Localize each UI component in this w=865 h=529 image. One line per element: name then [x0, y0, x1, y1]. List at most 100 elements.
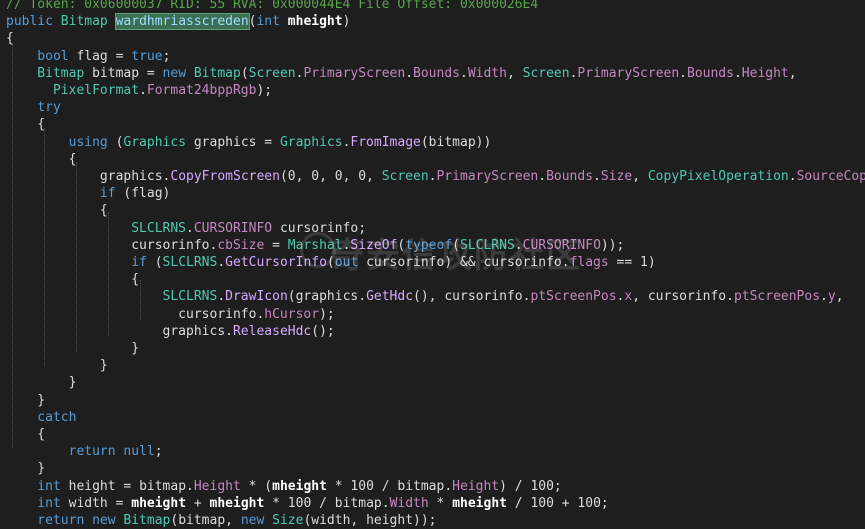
code-token: (0, 0, 0, 0, [279, 169, 382, 184]
code-token: CopyFromScreen [170, 169, 280, 184]
code-token: ; [162, 48, 171, 64]
code-token: int [6, 478, 69, 494]
code-token: . [217, 289, 226, 305]
code-token: (); [311, 323, 335, 339]
code-token: Bounds [413, 65, 460, 81]
code-token: } [6, 358, 108, 374]
code-token: } [6, 392, 46, 408]
code-token: cursorinfo) && cursorinfo. [366, 255, 570, 270]
code-line[interactable]: { [6, 30, 14, 47]
code-line[interactable]: graphics.CopyFromScreen(0, 0, 0, 0, Scre… [6, 168, 865, 185]
code-token: . [820, 289, 828, 305]
code-token: (bitmap)) [420, 134, 492, 150]
code-token: { [6, 427, 46, 442]
code-line[interactable]: int width = mheight + mheight * 100 / bi… [6, 495, 609, 512]
code-token: . [788, 169, 797, 184]
code-token: SLCLRNS [6, 289, 218, 305]
code-line[interactable]: PixelFormat.Format24bppRgb); [6, 82, 272, 99]
code-editor[interactable]: // Token: 0x06000037 RID: 55 RVA: 0x0000… [0, 0, 865, 528]
code-token: Format24bppRgb [146, 83, 257, 98]
code-token: ptScreenPos [530, 289, 617, 305]
code-token: Bounds [687, 65, 734, 81]
code-line[interactable]: // Token: 0x06000037 RID: 55 RVA: 0x0000… [6, 0, 538, 13]
code-line[interactable]: return new Bitmap(bitmap, new Size(width… [6, 512, 436, 529]
code-line[interactable]: try [6, 99, 61, 116]
code-token: try [6, 100, 61, 116]
code-token: if [6, 186, 124, 202]
code-token: mheight [287, 14, 343, 30]
code-token: ) / 100; [499, 478, 562, 494]
code-line[interactable]: graphics.ReleaseHdc(); [6, 323, 335, 340]
code-token: int [6, 495, 69, 511]
code-token: Bitmap [123, 513, 171, 528]
code-token: . [217, 255, 226, 270]
code-line[interactable]: { [6, 426, 45, 443]
code-token: { [6, 272, 140, 288]
code-token: SLCLRNS [460, 237, 515, 253]
code-line[interactable]: } [6, 392, 45, 409]
code-token: . [679, 65, 687, 81]
code-line[interactable]: Bitmap bitmap = new Bitmap(Screen.Primar… [6, 65, 796, 82]
code-line[interactable]: return null; [6, 443, 163, 460]
code-token: { [6, 31, 14, 47]
code-line[interactable]: } [6, 460, 45, 477]
code-token: (flag) [123, 186, 171, 202]
code-token: . [186, 220, 194, 236]
code-token: Height [193, 478, 241, 494]
code-token: = [264, 237, 288, 253]
code-token: Bounds [546, 169, 594, 184]
code-token: // Token: 0x06000037 RID: 55 RVA: 0x0000… [6, 0, 539, 12]
code-token: ( [240, 65, 249, 81]
code-line[interactable]: cursorinfo.hCursor); [6, 306, 335, 323]
code-token: . [428, 169, 437, 184]
code-line[interactable]: using (Graphics graphics = Graphics.From… [6, 134, 492, 151]
code-token: Width [389, 495, 429, 511]
code-line[interactable]: int height = bitmap.Height * (mheight * … [6, 478, 562, 495]
code-token: cbSize [217, 237, 265, 253]
code-token: PrimaryScreen [436, 169, 539, 184]
code-token: , [632, 169, 648, 184]
code-line[interactable]: } [6, 340, 139, 357]
code-token: public [6, 14, 61, 30]
code-line[interactable]: { [6, 151, 77, 168]
code-token: bool [6, 48, 77, 64]
code-token: , cursorinfo. [632, 289, 734, 305]
code-line[interactable]: } [6, 374, 77, 391]
code-line[interactable]: { [6, 271, 139, 288]
code-line[interactable]: { [6, 202, 108, 219]
code-token: out [334, 255, 367, 270]
code-token: PrimaryScreen [577, 65, 680, 81]
code-token: true [131, 48, 163, 64]
code-token: graphics. [6, 169, 171, 184]
code-line[interactable]: } [6, 357, 108, 374]
code-token: graphics = [193, 134, 280, 150]
code-token: * [428, 495, 453, 511]
code-token: SourceCopy [796, 169, 865, 184]
code-token: graphics. [6, 323, 233, 339]
code-token: ( [154, 255, 163, 270]
code-token: mheight [452, 495, 507, 511]
code-line[interactable]: if (flag) [6, 185, 170, 202]
code-token: cursorinfo. [6, 306, 265, 322]
code-line[interactable]: SLCLRNS.DrawIcon(graphics.GetHdc(), curs… [6, 288, 844, 305]
code-token: } [6, 375, 77, 391]
code-token: )); [600, 237, 625, 253]
code-token: Bitmap [60, 14, 116, 30]
code-token: / 100 + 100; [506, 495, 609, 511]
code-token: ReleaseHdc [232, 323, 312, 339]
code-token: new [240, 513, 273, 528]
code-line[interactable]: bool flag = true; [6, 48, 170, 65]
code-line[interactable]: { [6, 116, 45, 133]
code-token: , [506, 65, 523, 81]
code-line[interactable]: public Bitmap wardhmriasscreden(int mhei… [6, 13, 350, 31]
code-token: . [139, 83, 147, 98]
code-token: Height [452, 478, 500, 494]
code-token: { [6, 203, 108, 219]
code-token: == 1) [608, 255, 656, 270]
code-token: cursorinfo. [6, 237, 218, 253]
code-line[interactable]: catch [6, 409, 76, 426]
code-token: + [186, 495, 210, 511]
code-token: Graphics [279, 134, 343, 150]
code-token: . [593, 169, 601, 184]
code-token: new [162, 65, 194, 81]
